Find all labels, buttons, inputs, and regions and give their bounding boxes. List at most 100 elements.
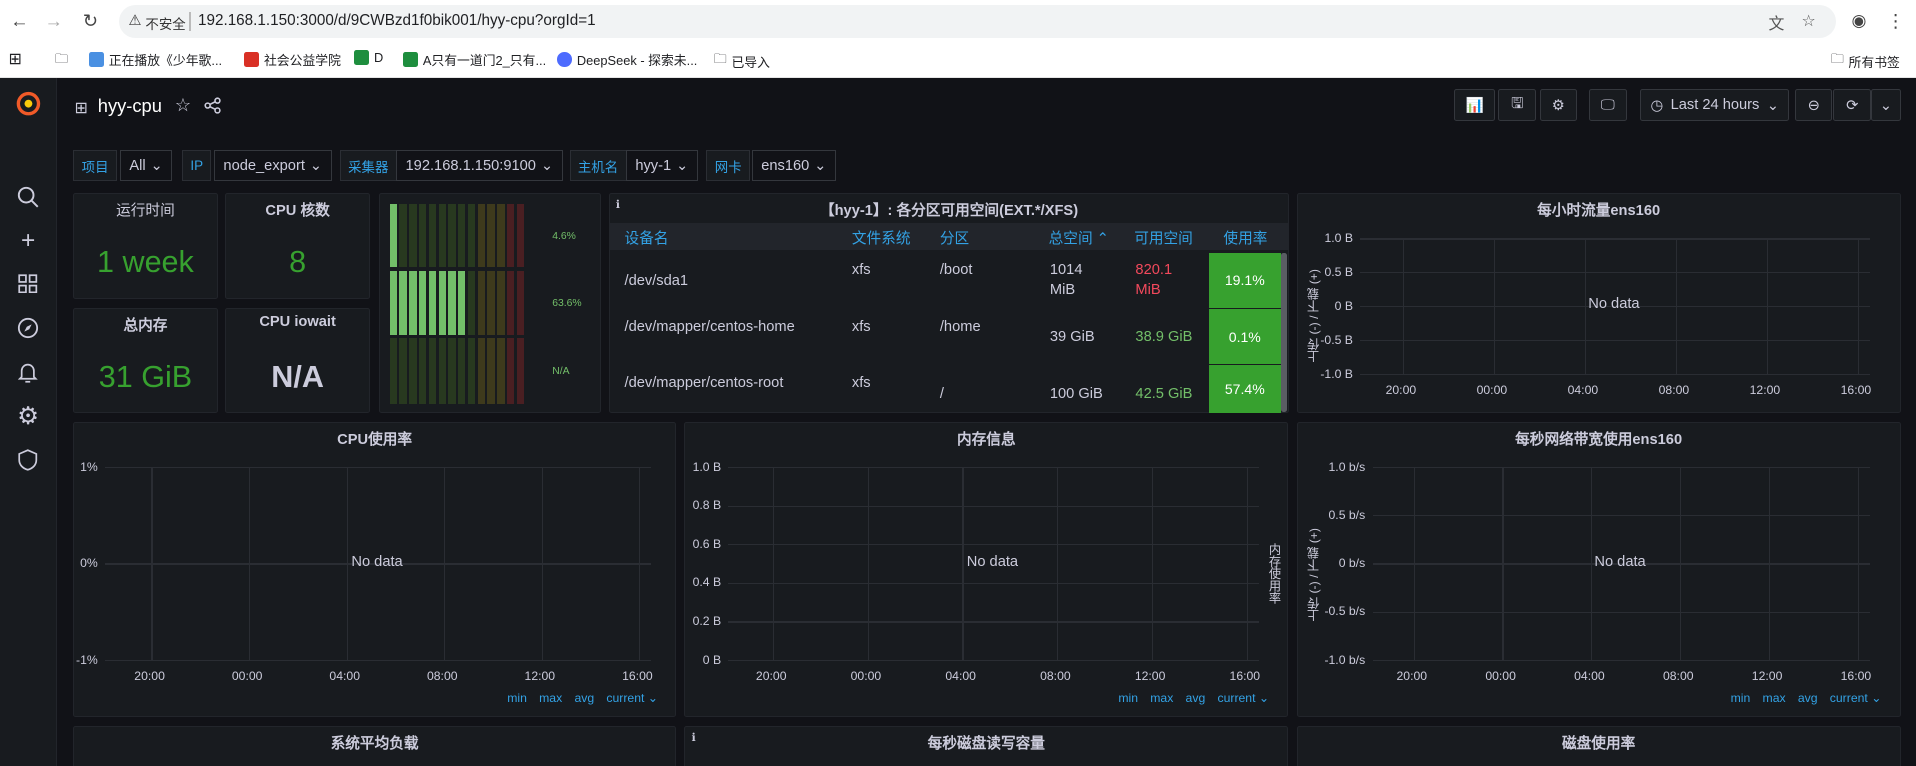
col-header-device[interactable]: 设备名 [625, 227, 669, 248]
grid-line-v [1057, 466, 1059, 660]
gauge-segment [448, 338, 456, 405]
legend-sort-3[interactable]: current ⌄ [1830, 691, 1882, 705]
bookmark-item[interactable]: A只有一道门2_只有... [403, 50, 546, 69]
legend-sort-3[interactable]: current ⌄ [606, 691, 658, 705]
legend-sort-2[interactable]: avg [574, 691, 594, 705]
var-select-hostname[interactable]: hyy-1 ⌄ [625, 150, 698, 181]
bookmark-folder[interactable]: 🗀 [55, 50, 68, 72]
plus-icon[interactable]: + [15, 227, 42, 254]
var-label-ip: IP [182, 150, 212, 181]
chevron-down-icon: ⌄ [1766, 97, 1779, 114]
panel-load-average[interactable]: 系统平均负载 [73, 725, 676, 766]
tv-mode-button[interactable]: 🖵 [1588, 89, 1627, 121]
translate-icon[interactable]: 文 [1769, 11, 1785, 34]
alerting-bell-icon[interactable] [15, 358, 42, 385]
col-header-avail[interactable]: 可用空间 [1134, 227, 1193, 248]
grid-line-v [1502, 466, 1504, 660]
refresh-button[interactable]: ⟳ [1833, 89, 1872, 121]
legend-sort-3[interactable]: current ⌄ [1217, 691, 1269, 705]
cell-fs: xfs [851, 318, 871, 335]
y-tick-label: 0.4 B [692, 575, 722, 590]
settings-button[interactable]: ⚙ [1539, 89, 1577, 121]
panel-disk-usage[interactable]: 磁盘使用率 [1296, 725, 1901, 766]
bookmark-item[interactable]: D [354, 50, 383, 65]
col-header-fs[interactable]: 文件系统 [852, 227, 911, 248]
dashboards-grid-icon[interactable]: ⊞ [75, 98, 88, 118]
time-picker-button[interactable]: ◷ Last 24 hours ⌄ [1640, 89, 1790, 121]
y-tick-label: -1.0 B [1320, 366, 1353, 381]
url-text[interactable]: 192.168.1.150:3000/d/9CWBzd1f0bik001/hyy… [198, 12, 596, 29]
grid-line-h [728, 466, 1259, 469]
back-icon[interactable]: ← [9, 10, 31, 32]
panel-uptime[interactable]: 运行时间 1 week [73, 193, 218, 300]
legend-sort-2[interactable]: avg [1186, 691, 1206, 705]
bookmark-item[interactable]: 🗀 已导入 [714, 50, 770, 72]
col-header-mount[interactable]: 分区 [940, 227, 969, 248]
y-tick-label: -1.0 b/s [1324, 652, 1366, 667]
cell-avail: 42.5 GiB [1135, 386, 1193, 403]
all-bookmarks[interactable]: 🗀 所有书签 [1831, 50, 1900, 72]
bookmark-item[interactable]: 社会公益学院 [244, 50, 341, 69]
x-tick-label: 04:00 [1567, 382, 1599, 397]
apps-icon[interactable]: ⊞ [9, 49, 22, 69]
panel-iowait[interactable]: CPU iowait N/A [224, 307, 371, 414]
var-select-ip[interactable]: node_export ⌄ [213, 150, 332, 181]
panel-mem-total[interactable]: 总内存 31 GiB [73, 307, 218, 414]
forward-icon[interactable]: → [43, 10, 65, 32]
legend-sort-1[interactable]: max [1150, 691, 1173, 705]
grid-line-h [728, 659, 1259, 662]
bookmark-star-icon[interactable]: ☆ [1802, 11, 1816, 31]
grafana-logo-icon[interactable] [15, 90, 42, 117]
bookmark-item[interactable]: 正在播放《少年歌... [89, 50, 222, 69]
zoom-out-button[interactable]: ⊖ [1795, 89, 1833, 121]
reload-icon[interactable]: ↻ [79, 10, 101, 32]
add-panel-button[interactable]: 📊 [1454, 89, 1495, 121]
x-tick-label: 20:00 [1385, 382, 1417, 397]
menu-icon[interactable]: ⋮ [1885, 10, 1907, 32]
gear-icon[interactable]: ⚙ [15, 402, 42, 430]
panel-bar-gauge[interactable]: 4.6% 63.6% N/A [378, 193, 602, 414]
explore-icon[interactable] [15, 314, 42, 341]
dashboards-icon[interactable] [15, 270, 42, 297]
var-select-project[interactable]: All ⌄ [119, 150, 173, 181]
chevron-down-icon: ⌄ [309, 158, 323, 175]
dashboard-title[interactable]: hyy-cpu [98, 95, 162, 117]
refresh-interval-button[interactable]: ⌄ [1871, 89, 1901, 121]
legend-sort-2[interactable]: avg [1798, 691, 1818, 705]
grid-line-v [346, 466, 348, 660]
grid-line-h [1372, 611, 1870, 613]
address-bar[interactable]: ⚠ 不安全 192.168.1.150:3000/d/9CWBzd1f0bik0… [118, 4, 1836, 38]
panel-cpu-cores[interactable]: CPU 核数 8 [224, 193, 371, 300]
y-tick-label: 0 b/s [1338, 556, 1366, 571]
grid-line-v [1493, 238, 1495, 374]
x-tick-label: 00:00 [850, 668, 882, 683]
save-button[interactable]: 🖫 [1498, 89, 1537, 121]
legend-sort-1[interactable]: max [539, 691, 562, 705]
legend-sort-0[interactable]: min [1118, 691, 1138, 705]
bookmark-item[interactable]: DeepSeek - 探索未... [557, 50, 697, 69]
legend-sort-0[interactable]: min [1731, 691, 1751, 705]
legend-sort-1[interactable]: max [1763, 691, 1786, 705]
iowait-value: N/A [271, 360, 324, 395]
y-tick-label: 1.0 b/s [1328, 459, 1366, 474]
search-icon[interactable] [15, 183, 42, 210]
clock-icon: ◷ [1650, 97, 1664, 114]
gauge-segment [438, 338, 446, 405]
share-icon[interactable] [204, 96, 221, 120]
panel-disk-io[interactable]: ℹ 每秒磁盘读写容量 [684, 725, 1289, 766]
gear-icon: ⚙ [1551, 97, 1565, 114]
gauge-segment [477, 203, 485, 268]
chevron-down-icon: ⌄ [540, 158, 554, 175]
col-header-usage[interactable]: 使用率 [1223, 227, 1267, 248]
legend-sort-0[interactable]: min [507, 691, 527, 705]
cell-total: 39 GiB [1049, 328, 1095, 345]
gauge-label: N/A [552, 366, 570, 378]
profile-icon[interactable]: ◉ [1848, 10, 1870, 32]
col-header-total[interactable]: 总空间 ⌃ [1049, 227, 1109, 248]
gauge-segment [487, 271, 495, 335]
var-select-nic[interactable]: ens160 ⌄ [751, 150, 836, 181]
var-select-collector[interactable]: 192.168.1.150:9100 ⌄ [395, 150, 563, 181]
x-tick-label: 20:00 [755, 668, 787, 683]
x-tick-label: 12:00 [1751, 668, 1783, 683]
star-icon[interactable]: ☆ [175, 94, 191, 116]
